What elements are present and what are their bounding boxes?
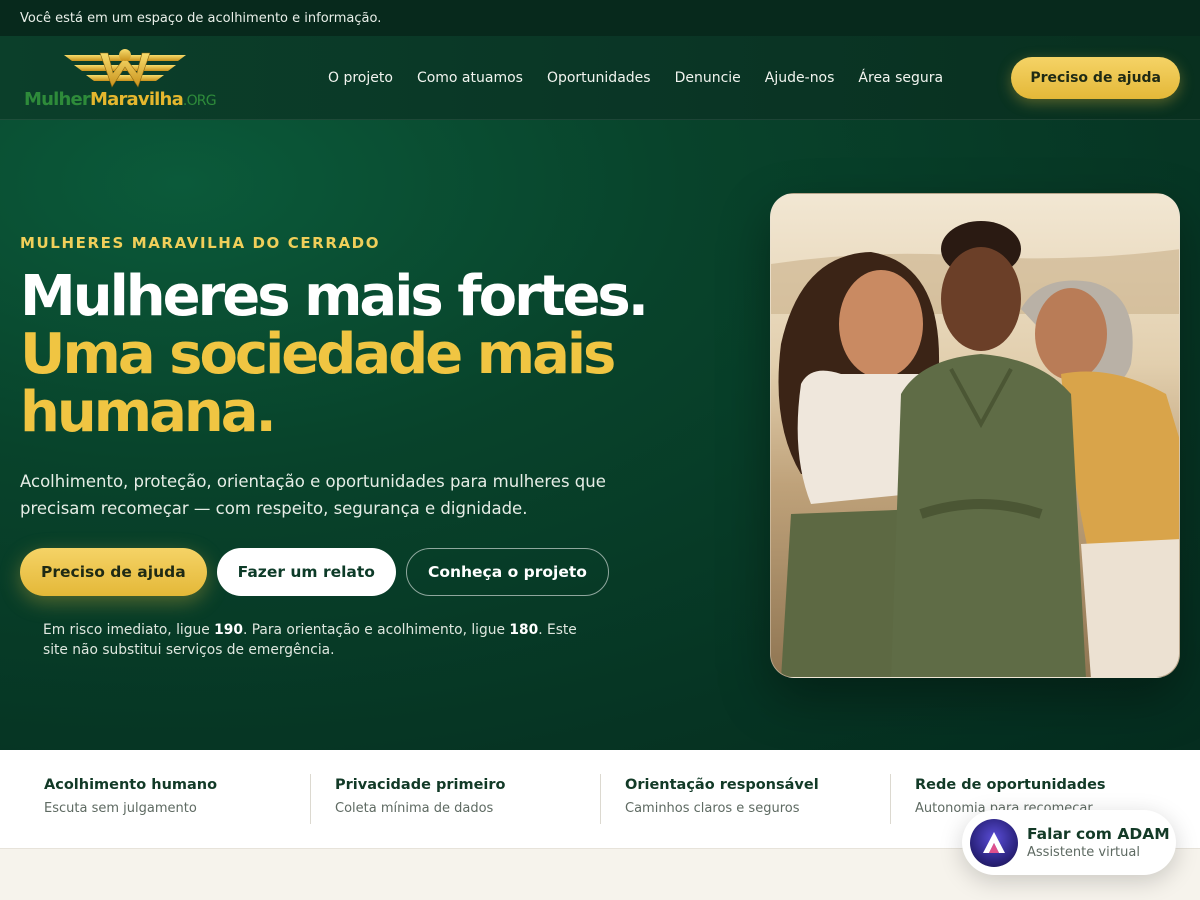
hero-subtitle: Acolhimento, proteção, orientação e opor… — [20, 472, 606, 518]
site-logo[interactable]: MulherMaravilha.ORG — [24, 43, 224, 113]
assistant-avatar — [970, 818, 1018, 867]
announcement-text: Você está em um espaço de acolhimento e … — [20, 10, 382, 26]
women-illustration — [771, 194, 1179, 677]
main-nav: O projeto Como atuamos Oportunidades Den… — [328, 70, 943, 86]
chat-text: Falar com ADAM Assistente virtual — [1027, 825, 1170, 860]
header-help-button[interactable]: Preciso de ajuda — [1011, 56, 1180, 99]
feature-title: Rede de oportunidades — [915, 777, 1106, 793]
feature-item: Privacidade primeiro Coleta mínima de da… — [310, 774, 600, 824]
nav-area-segura[interactable]: Área segura — [858, 70, 943, 86]
nav-o-projeto[interactable]: O projeto — [328, 70, 393, 86]
feature-title: Privacidade primeiro — [335, 777, 506, 793]
feature-description: Coleta mínima de dados — [335, 801, 494, 816]
logo-wordmark: MulherMaravilha.ORG — [24, 88, 217, 110]
feature-item: Orientação responsável Caminhos claros e… — [600, 774, 890, 824]
headline-line-2: Uma sociedade mais humana. — [20, 322, 616, 445]
about-project-button[interactable]: Conheça o projeto — [405, 548, 609, 596]
feature-title: Acolhimento humano — [44, 777, 218, 793]
feature-item: Acolhimento humano Escuta sem julgamento — [20, 774, 310, 824]
need-help-button[interactable]: Preciso de ajuda — [20, 548, 207, 596]
nav-denuncie[interactable]: Denuncie — [675, 70, 741, 86]
report-button[interactable]: Fazer um relato — [216, 548, 396, 596]
hero-section: MULHERES MARAVILHA DO CERRADO Mulheres m… — [0, 120, 1200, 750]
hero-headline: Mulheres mais fortes. Uma sociedade mais… — [20, 268, 660, 442]
nav-ajude-nos[interactable]: Ajude-nos — [765, 70, 835, 86]
note-text-1: Em risco imediato, ligue — [43, 622, 215, 638]
headline-line-1: Mulheres mais fortes. — [20, 264, 649, 329]
chat-title: Falar com ADAM — [1027, 825, 1170, 843]
feature-description: Escuta sem julgamento — [44, 801, 197, 816]
hero-eyebrow: MULHERES MARAVILHA DO CERRADO — [20, 234, 381, 252]
logo-word-mulher: Mulher — [24, 88, 91, 110]
emergency-number-190: 190 — [214, 622, 243, 638]
note-text-2: . Para orientação e acolhimento, ligue — [242, 622, 510, 638]
hero-photo-three-women — [770, 193, 1180, 678]
hero-buttons: Preciso de ajuda Fazer um relato Conheça… — [20, 548, 609, 596]
nav-oportunidades[interactable]: Oportunidades — [547, 70, 651, 86]
wonder-emblem-icon — [64, 48, 186, 88]
emergency-note: Em risco imediato, ligue 190. Para orien… — [43, 620, 603, 660]
feature-description: Caminhos claros e seguros — [625, 801, 800, 816]
top-announcement-bar: Você está em um espaço de acolhimento e … — [0, 0, 1200, 36]
logo-word-org: .ORG — [182, 92, 217, 109]
chat-assistant-button[interactable]: Falar com ADAM Assistente virtual — [962, 810, 1176, 875]
helpline-number-180: 180 — [509, 622, 539, 638]
assistant-logo-icon — [983, 831, 1005, 853]
nav-como-atuamos[interactable]: Como atuamos — [417, 70, 523, 86]
logo-word-maravilha: Maravilha — [90, 88, 184, 110]
chat-subtitle: Assistente virtual — [1027, 845, 1140, 860]
feature-title: Orientação responsável — [625, 777, 819, 793]
site-header: MulherMaravilha.ORG O projeto Como atuam… — [0, 36, 1200, 120]
